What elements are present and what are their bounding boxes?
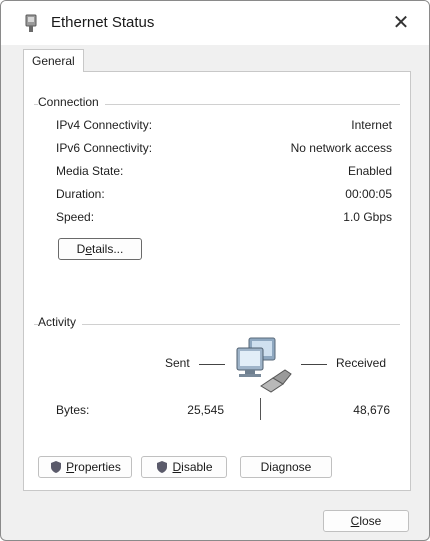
bytes-sent-value: 25,545 <box>187 403 224 417</box>
disable-label: Disable <box>172 460 213 474</box>
connection-row: Speed: 1.0 Gbps <box>56 210 392 228</box>
general-tab-panel: Connection IPv4 Connectivity: Internet I… <box>23 71 411 491</box>
duration-value: 00:00:05 <box>345 187 392 201</box>
connection-row: Media State: Enabled <box>56 164 392 182</box>
uac-shield-icon <box>157 461 168 473</box>
duration-label: Duration: <box>56 187 105 201</box>
ethernet-adapter-icon <box>25 14 37 32</box>
media-state-label: Media State: <box>56 164 124 178</box>
ethernet-status-dialog: Ethernet Status ✕ General Connection IPv… <box>0 0 430 541</box>
bytes-received-value: 48,676 <box>353 403 390 417</box>
received-label: Received <box>336 356 387 370</box>
disable-button[interactable]: Disable <box>141 456 227 478</box>
bytes-divider <box>260 398 261 420</box>
ipv6-label: IPv6 Connectivity: <box>56 141 153 155</box>
tab-general[interactable]: General <box>23 49 84 72</box>
activity-group-line <box>34 324 400 325</box>
uac-shield-icon <box>51 461 62 473</box>
speed-value: 1.0 Gbps <box>343 210 392 224</box>
close-window-button[interactable]: ✕ <box>387 9 415 37</box>
connection-row: IPv6 Connectivity: No network access <box>56 141 392 159</box>
details-button-label: Details... <box>76 242 124 256</box>
connection-group-title: Connection <box>38 95 105 109</box>
properties-button[interactable]: Properties <box>38 456 132 478</box>
window-title: Ethernet Status <box>51 14 155 31</box>
diagnose-button[interactable]: Diagnose <box>240 456 332 478</box>
close-label: Close <box>350 514 382 528</box>
media-state-value: Enabled <box>347 164 392 178</box>
ipv6-value: No network access <box>290 141 392 155</box>
bytes-label: Bytes: <box>56 403 90 417</box>
connection-row: IPv4 Connectivity: Internet <box>56 118 392 136</box>
connection-row: Duration: 00:00:05 <box>56 187 392 205</box>
network-computers-icon <box>236 337 292 393</box>
ipv4-value: Internet <box>351 118 392 132</box>
title-bar: Ethernet Status ✕ <box>1 1 429 45</box>
properties-label: Properties <box>66 460 121 474</box>
close-button[interactable]: Close <box>323 510 409 532</box>
ipv4-label: IPv4 Connectivity: <box>56 118 153 132</box>
sent-dash <box>199 364 225 365</box>
received-dash <box>301 364 327 365</box>
activity-group-title: Activity <box>38 315 83 329</box>
sent-label: Sent <box>165 356 190 370</box>
details-button[interactable]: Details... <box>58 238 142 260</box>
speed-label: Speed: <box>56 210 95 224</box>
